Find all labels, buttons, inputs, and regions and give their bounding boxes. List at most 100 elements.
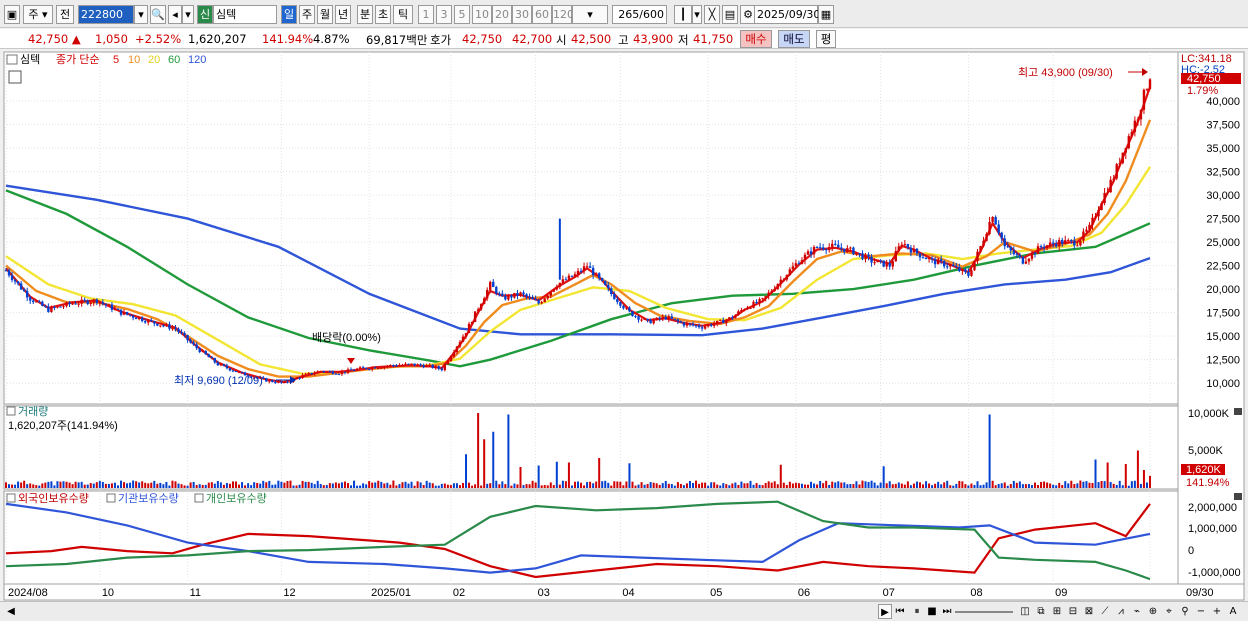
chart-tool-icon-7[interactable]: ⩘	[1114, 604, 1128, 619]
asset-type-select[interactable]: 주 ▾	[23, 5, 53, 24]
interval-60-button[interactable]: 60	[532, 5, 552, 24]
interval-5-button[interactable]: 5	[454, 5, 470, 24]
stop-icon[interactable]: ■	[925, 604, 939, 619]
draw-tool-icon[interactable]: ╳	[704, 5, 720, 24]
candle-body	[573, 274, 577, 277]
candle-body	[116, 308, 120, 310]
period-year-tab[interactable]: 년	[335, 5, 351, 24]
candle-body	[761, 298, 764, 300]
volume-panel-menu-icon[interactable]	[1234, 408, 1242, 415]
chart-tool-icon-3[interactable]: ⊞	[1050, 604, 1064, 619]
volume-bar	[159, 482, 162, 488]
code-dropdown-icon[interactable]: ▾	[134, 5, 148, 24]
candle-body	[1000, 232, 1003, 239]
volume-bar	[222, 484, 225, 488]
candle-body	[467, 323, 471, 334]
scroll-first-icon[interactable]: ⏮	[893, 604, 907, 619]
zoom-out-icon[interactable]: −	[1194, 604, 1208, 619]
candle-body	[840, 247, 843, 249]
volume-bar	[719, 485, 722, 488]
volume-bar	[250, 485, 253, 488]
holdings-checkbox-icon[interactable]	[6, 493, 16, 503]
legend-checkbox-icon[interactable]	[6, 54, 18, 65]
chart-tool-icon-6[interactable]: ⟋	[1098, 604, 1112, 619]
interval-10-button[interactable]: 10	[472, 5, 492, 24]
chart-tool-icon-1[interactable]: ◫	[1018, 604, 1032, 619]
candle-body	[377, 368, 380, 370]
date-input[interactable]: 2025/09/30	[754, 5, 820, 24]
period-second-tab[interactable]: 초	[375, 5, 391, 24]
candle-dropdown-icon[interactable]: ▾	[692, 5, 702, 24]
volume-bar	[322, 485, 325, 488]
candle-body	[588, 266, 592, 268]
turnover-rate: 4.87%	[313, 32, 350, 46]
stock-name-field[interactable]: 심텍	[213, 5, 277, 24]
interval-3-button[interactable]: 3	[436, 5, 452, 24]
scroll-last-icon[interactable]: ⏭	[940, 604, 954, 619]
candle-body	[4, 270, 8, 272]
buy-button[interactable]: 매수	[740, 30, 772, 48]
candle-body	[930, 258, 934, 260]
average-button[interactable]: 평	[816, 30, 836, 48]
chart-tool-icon-5[interactable]: ⊠	[1082, 604, 1096, 619]
zoom-in-icon[interactable]: +	[1210, 604, 1224, 619]
interval-1-button[interactable]: 1	[418, 5, 434, 24]
volume-panel[interactable]	[3, 405, 1179, 490]
candle-body	[80, 299, 83, 304]
period-minute-tab[interactable]: 분	[357, 5, 373, 24]
candle-body	[712, 323, 716, 326]
trade-amount: 69,817백만	[366, 33, 428, 47]
prev-button[interactable]: 전	[56, 5, 74, 24]
volume-bar	[356, 485, 359, 488]
period-day-tab[interactable]: 일	[281, 5, 297, 24]
chart-tool-icon-4[interactable]: ⊟	[1066, 604, 1080, 619]
volume-bar	[1094, 459, 1097, 488]
calendar-icon[interactable]: ▦	[818, 5, 834, 24]
volume-bar	[44, 482, 47, 488]
search-icon-2[interactable]: ⚲	[1178, 604, 1192, 619]
chart-tool-icon-8[interactable]: ⌁	[1130, 604, 1144, 619]
volume-bar	[970, 483, 973, 488]
zoom-slider[interactable]	[955, 604, 1015, 619]
code-input[interactable]: 222800	[78, 5, 134, 24]
save-icon[interactable]: ▤	[722, 5, 738, 24]
interval-custom-select[interactable]: ▾	[572, 5, 608, 24]
indiv-checkbox-icon[interactable]	[194, 493, 204, 503]
volume-checkbox-icon[interactable]	[6, 406, 16, 416]
candle-body	[1076, 245, 1079, 247]
scroll-left-icon[interactable]: ◀	[4, 604, 18, 619]
candle-type-icon[interactable]: ┃	[674, 5, 692, 24]
search-icon[interactable]: 🔍	[150, 5, 166, 24]
interval-20-button[interactable]: 20	[492, 5, 512, 24]
speaker-dropdown-icon[interactable]: ▾	[182, 5, 194, 24]
holdings-tick-1m: 1,000,000	[1188, 523, 1237, 535]
count-input[interactable]: 265/600	[612, 5, 667, 24]
candle-body	[694, 325, 698, 327]
price-panel[interactable]	[3, 51, 1179, 405]
font-size-icon[interactable]: A	[1226, 604, 1240, 619]
calc-icon[interactable]	[8, 70, 22, 84]
volume-bar	[471, 485, 474, 488]
stock-chart-svg[interactable]: 10,000 12,500 15,000 17,500 20,000 22,500 25,0…	[0, 51, 1248, 601]
layout-icon[interactable]: ▣	[4, 5, 20, 24]
volume-bar	[26, 484, 29, 488]
chart-area[interactable]: 10,000 12,500 15,000 17,500 20,000 22,500 25,0…	[0, 51, 1248, 601]
interval-30-button[interactable]: 30	[512, 5, 532, 24]
candle-body	[361, 367, 365, 369]
chart-tool-icon-10[interactable]: ⌖	[1162, 604, 1176, 619]
holdings-panel-menu-icon[interactable]	[1234, 493, 1242, 500]
scroll-pause-icon[interactable]: ⏸	[910, 604, 924, 619]
volume-bar	[153, 480, 156, 488]
scroll-right-icon[interactable]: ▶	[878, 604, 892, 619]
chart-tool-icon-2[interactable]: ⧉	[1034, 604, 1048, 619]
period-week-tab[interactable]: 주	[299, 5, 315, 24]
chart-tool-icon-9[interactable]: ⊕	[1146, 604, 1160, 619]
interval-120-button[interactable]: 120	[552, 5, 574, 24]
period-tick-tab[interactable]: 틱	[393, 5, 413, 24]
inst-checkbox-icon[interactable]	[106, 493, 116, 503]
sell-button[interactable]: 매도	[778, 30, 810, 48]
period-month-tab[interactable]: 월	[317, 5, 333, 24]
speaker-icon[interactable]: ◂	[168, 5, 182, 24]
bottom-scrollbar[interactable]: ◀ ▶ ⏮ ⏸ ■ ⏭ ◫ ⧉ ⊞ ⊟ ⊠ ⟋ ⩘ ⌁ ⊕ ⌖ ⚲ − + A	[0, 601, 1248, 621]
candle-body	[1054, 243, 1058, 247]
